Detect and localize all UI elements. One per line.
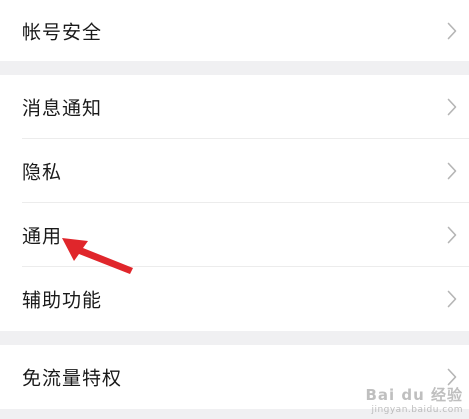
chevron-right-icon (447, 290, 457, 308)
chevron-right-icon (447, 162, 457, 180)
settings-item-label: 免流量特权 (22, 367, 123, 390)
settings-group-general: 消息通知 隐私 通用 辅助功能 (0, 75, 469, 331)
settings-group-account: 帐号安全 (0, 0, 469, 61)
settings-item-account-security[interactable]: 帐号安全 (0, 0, 469, 61)
baidu-jingyan-watermark: Bai du 经验 jingyan.baidu.com (365, 384, 463, 415)
settings-item-label: 辅助功能 (22, 289, 103, 312)
settings-item-general[interactable]: 通用 (0, 203, 469, 267)
settings-item-notifications[interactable]: 消息通知 (0, 75, 469, 139)
settings-item-privacy[interactable]: 隐私 (0, 139, 469, 203)
settings-item-label: 隐私 (22, 161, 63, 184)
chevron-right-icon (447, 98, 457, 116)
watermark-sub-text: jingyan.baidu.com (371, 405, 463, 415)
watermark-main-text: Bai du 经验 (365, 386, 463, 404)
settings-item-accessibility[interactable]: 辅助功能 (0, 267, 469, 331)
chevron-right-icon (447, 226, 457, 244)
settings-item-label: 消息通知 (22, 97, 103, 120)
settings-item-label: 帐号安全 (22, 21, 103, 43)
settings-item-label: 通用 (22, 225, 63, 248)
chevron-right-icon (447, 22, 457, 39)
